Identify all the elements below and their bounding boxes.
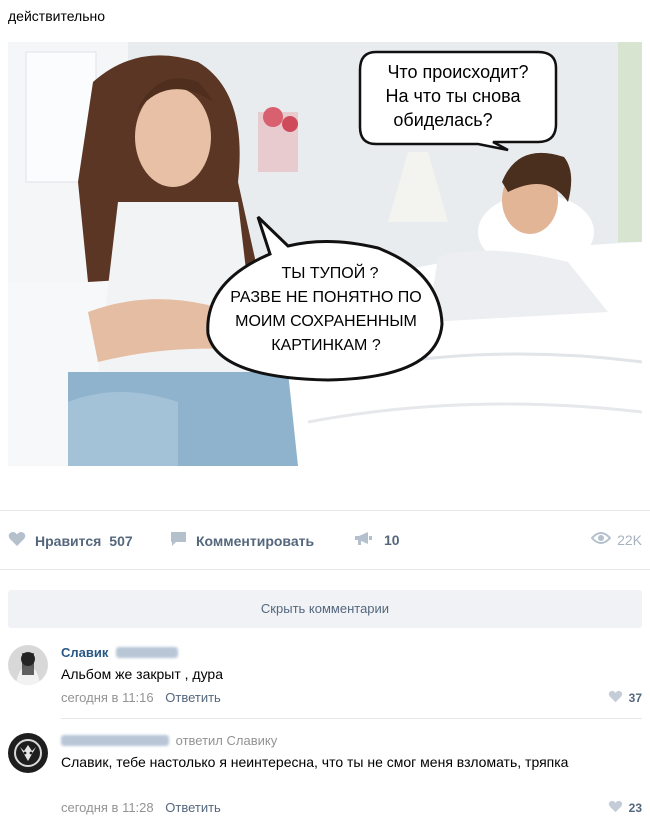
share-button[interactable]: 10 bbox=[354, 531, 400, 549]
bubble-top-line-3: обиделась? bbox=[393, 110, 492, 130]
like-button[interactable]: Нравится 507 bbox=[8, 531, 133, 550]
replied-to-label[interactable]: ответил Славику bbox=[176, 733, 278, 748]
like-count: 507 bbox=[109, 532, 133, 549]
bubble-top-line-1: Что происходит? bbox=[387, 62, 528, 82]
bubble-center-line-2: РАЗВЕ НЕ ПОНЯТНО ПО bbox=[230, 289, 421, 306]
blurred-author-name bbox=[61, 735, 169, 746]
comment-author-link[interactable]: Славик bbox=[61, 645, 178, 660]
comment-like-button[interactable]: 37 bbox=[608, 690, 642, 706]
bubble-center-line-3: МОИМ СОХРАНЕННЫМ bbox=[235, 313, 417, 330]
comment-time[interactable]: сегодня в 11:28 bbox=[61, 800, 154, 815]
heart-icon bbox=[608, 800, 623, 816]
comment-time[interactable]: сегодня в 11:16 bbox=[61, 690, 154, 705]
meme-illustration: Что происходит? На что ты снова обиделас… bbox=[8, 42, 642, 466]
post-image[interactable]: Что происходит? На что ты снова обиделас… bbox=[8, 42, 642, 466]
heart-icon bbox=[8, 531, 26, 550]
megaphone-icon bbox=[354, 531, 373, 549]
bubble-top-line-2: На что ты снова bbox=[386, 86, 522, 106]
speech-bubble-top: Что происходит? На что ты снова обиделас… bbox=[358, 50, 558, 152]
comment-button[interactable]: Комментировать bbox=[170, 531, 314, 550]
avatar[interactable] bbox=[8, 733, 48, 773]
blurred-surname bbox=[116, 647, 178, 658]
comment-text: Славик, тебе настолько я неинтересна, чт… bbox=[61, 754, 569, 770]
reply-button[interactable]: Ответить bbox=[165, 800, 221, 815]
views-count: 22K bbox=[617, 531, 642, 548]
comment-author-link[interactable]: ответил Славику bbox=[61, 733, 277, 748]
author-first-name: Славик bbox=[61, 645, 109, 660]
comment-meta: сегодня в 11:16 Ответить bbox=[61, 690, 221, 705]
avatar[interactable] bbox=[8, 645, 48, 685]
reply-button[interactable]: Ответить bbox=[165, 690, 221, 705]
comment-label: Комментировать bbox=[196, 532, 315, 549]
comment-text: Альбом же закрыт , дура bbox=[61, 666, 224, 682]
hide-comments-button[interactable]: Скрыть комментарии bbox=[8, 590, 642, 628]
bubble-center-line-1: ТЫ ТУПОЙ ? bbox=[281, 263, 378, 282]
bubble-center-line-4: КАРТИНКАМ ? bbox=[271, 337, 381, 354]
share-count: 10 bbox=[384, 532, 400, 548]
comment-like-count: 37 bbox=[628, 691, 642, 705]
post-text: действительно bbox=[8, 8, 106, 24]
heart-icon bbox=[608, 690, 623, 706]
comment-icon bbox=[170, 531, 187, 550]
comment-like-button[interactable]: 23 bbox=[608, 800, 642, 816]
eye-icon bbox=[590, 531, 612, 548]
like-label: Нравится bbox=[35, 532, 102, 549]
comment-like-count: 23 bbox=[628, 801, 642, 815]
views-counter: 22K bbox=[590, 531, 642, 548]
post-actions-bar: Нравится 507 Комментировать 10 22K bbox=[0, 510, 650, 570]
comment-divider bbox=[61, 718, 642, 719]
comment-meta: сегодня в 11:28 Ответить bbox=[61, 800, 221, 815]
